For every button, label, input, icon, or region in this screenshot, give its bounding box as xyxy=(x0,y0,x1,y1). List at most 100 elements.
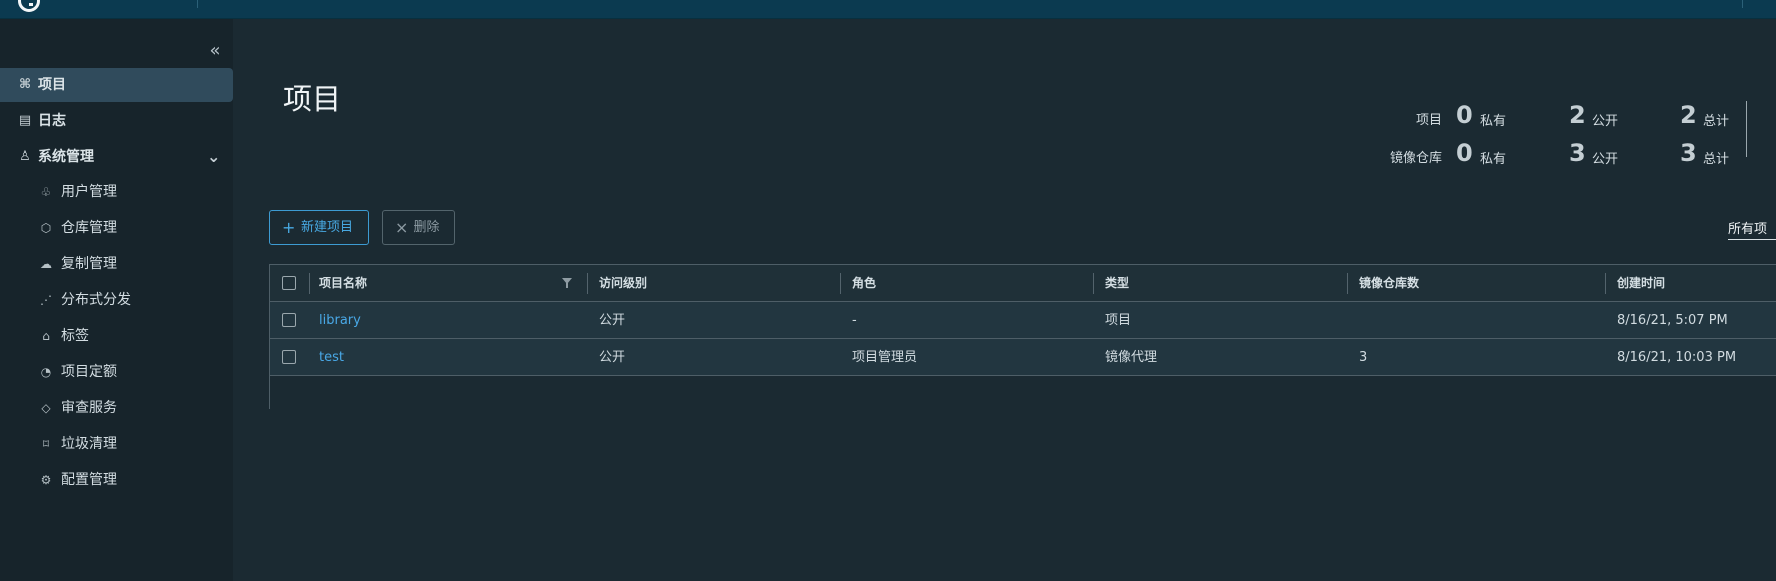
project-summary-row: 项目 0 私有 2 公开 2 总计 xyxy=(1323,101,1776,136)
sidebar-item-system-admin[interactable]: ♙ 系统管理 ⌄ xyxy=(0,140,233,174)
harbor-logo-icon[interactable] xyxy=(18,0,40,12)
sidebar-subitem-labels[interactable]: ⌂ 标签 xyxy=(0,320,233,352)
project-tree-icon: ⌘ xyxy=(18,77,32,92)
new-project-button-label: 新建项目 xyxy=(300,220,353,235)
log-icon: ▤ xyxy=(18,113,32,128)
public-project-count: 2 xyxy=(1569,101,1586,129)
sidebar-subitem-replication[interactable]: ☁ 复制管理 xyxy=(0,248,233,280)
sidebar-subitem-repositories[interactable]: ⬡ 仓库管理 xyxy=(0,212,233,244)
top-header xyxy=(0,0,1776,19)
double-chevron-left-icon[interactable]: « xyxy=(206,42,224,60)
chevron-down-icon: ⌄ xyxy=(207,147,221,166)
repository-icon: ⬡ xyxy=(40,221,52,235)
access-level-cell: 公开 xyxy=(599,313,626,328)
column-created-time[interactable]: 创建时间 xyxy=(1617,265,1776,302)
sidebar-item-label: 项目 xyxy=(38,77,66,93)
new-project-button[interactable]: + 新建项目 xyxy=(269,210,369,245)
users-icon: ♧ xyxy=(40,185,52,199)
column-separator xyxy=(1605,273,1606,294)
header-divider-right xyxy=(1742,0,1743,8)
sidebar-subitem-label: 标签 xyxy=(61,328,89,344)
public-repository-label: 公开 xyxy=(1592,152,1619,167)
created-time-cell: 8/16/21, 10:03 PM xyxy=(1617,350,1737,365)
total-project-label: 总计 xyxy=(1703,114,1730,129)
type-cell: 项目 xyxy=(1105,313,1132,328)
summary-row-label: 项目 xyxy=(1415,113,1442,128)
sidebar-subitem-garbage-collection[interactable]: ⌑ 垃圾清理 xyxy=(0,428,233,460)
sidebar-item-projects[interactable]: ⌘ 项目 xyxy=(0,68,233,102)
sidebar-subitem-interrogation[interactable]: ◇ 审查服务 xyxy=(0,392,233,424)
sidebar-item-label: 日志 xyxy=(38,113,66,129)
projects-page: 项目 项目 0 私有 2 公开 2 总计 镜像仓库 0 私有 3 公开 3 总计… xyxy=(233,19,1776,581)
project-filter-dropdown[interactable]: 所有项 xyxy=(1728,221,1776,240)
access-level-cell: 公开 xyxy=(599,350,626,365)
project-name-link[interactable]: library xyxy=(319,302,554,339)
row-checkbox[interactable] xyxy=(282,350,296,364)
column-role[interactable]: 角色 xyxy=(852,265,1072,302)
sidebar-subitem-configuration[interactable]: ⚙ 配置管理 xyxy=(0,464,233,496)
repository-summary-row: 镜像仓库 0 私有 3 公开 3 总计 xyxy=(1323,139,1776,174)
project-summary: 项目 0 私有 2 公开 2 总计 镜像仓库 0 私有 3 公开 3 总计 xyxy=(1323,101,1776,184)
table-row[interactable]: library 公开 - 项目 8/16/21, 5:07 PM xyxy=(270,302,1776,339)
gear-icon: ⚙ xyxy=(40,473,52,487)
public-repository-count: 3 xyxy=(1569,139,1586,167)
role-cell: - xyxy=(852,313,857,328)
sidebar-subitem-label: 审查服务 xyxy=(61,400,117,416)
column-separator xyxy=(1347,273,1348,294)
sidebar-item-logs[interactable]: ▤ 日志 xyxy=(0,104,233,138)
column-separator xyxy=(309,273,310,294)
row-select-cell[interactable] xyxy=(270,302,310,339)
column-repository-count[interactable]: 镜像仓库数 xyxy=(1359,265,1579,302)
replication-cloud-icon: ☁ xyxy=(40,257,52,271)
sidebar-subitem-users[interactable]: ♧ 用户管理 xyxy=(0,176,233,208)
summary-divider xyxy=(1746,101,1747,157)
role-cell: 项目管理员 xyxy=(852,350,918,365)
quota-gauge-icon: ◔ xyxy=(40,365,52,379)
private-project-count: 0 xyxy=(1456,101,1473,129)
sidebar-subitem-label: 仓库管理 xyxy=(61,220,117,236)
type-cell: 镜像代理 xyxy=(1105,350,1158,365)
sidebar: « ⌘ 项目 ▤ 日志 ♙ 系统管理 ⌄ ♧ 用户管理 ⬡ 仓库管理 ☁ 复制管… xyxy=(0,19,234,581)
column-project-name[interactable]: 项目名称 xyxy=(319,265,554,302)
table-footer xyxy=(270,376,1776,410)
private-project-label: 私有 xyxy=(1480,114,1507,129)
sidebar-subitem-label: 分布式分发 xyxy=(61,292,131,308)
sidebar-subitem-label: 配置管理 xyxy=(61,472,117,488)
sidebar-subitem-distribution[interactable]: ⋰ 分布式分发 xyxy=(0,284,233,316)
created-time-cell: 8/16/21, 5:07 PM xyxy=(1617,313,1728,328)
trash-icon: ⌑ xyxy=(42,437,50,451)
select-all-checkbox[interactable] xyxy=(282,276,296,290)
repository-count-cell: 3 xyxy=(1359,350,1368,365)
row-select-cell[interactable] xyxy=(270,339,310,376)
sidebar-subitem-label: 垃圾清理 xyxy=(61,436,117,452)
project-name-link[interactable]: test xyxy=(319,339,554,376)
repository-count-cell xyxy=(1359,302,1579,339)
sidebar-subitem-quotas[interactable]: ◔ 项目定额 xyxy=(0,356,233,388)
total-repository-count: 3 xyxy=(1680,139,1697,167)
sidebar-item-label: 系统管理 xyxy=(38,149,94,165)
plus-icon: + xyxy=(282,218,296,237)
column-access-level[interactable]: 访问级别 xyxy=(599,265,819,302)
private-repository-count: 0 xyxy=(1456,139,1473,167)
summary-row-label: 镜像仓库 xyxy=(1389,151,1442,166)
distribution-share-icon: ⋰ xyxy=(40,293,52,307)
delete-button-label: 删除 xyxy=(413,220,440,235)
column-separator xyxy=(840,273,841,294)
row-checkbox[interactable] xyxy=(282,313,296,327)
column-type[interactable]: 类型 xyxy=(1105,265,1325,302)
system-admin-icon: ♙ xyxy=(19,149,31,164)
public-project-label: 公开 xyxy=(1592,114,1619,129)
delete-button[interactable]: × 删除 xyxy=(382,210,455,245)
total-repository-label: 总计 xyxy=(1703,152,1730,167)
column-separator xyxy=(587,273,588,294)
sidebar-subitem-label: 项目定额 xyxy=(61,364,117,380)
private-repository-label: 私有 xyxy=(1480,152,1507,167)
table-row[interactable]: test 公开 项目管理员 镜像代理 3 8/16/21, 10:03 PM xyxy=(270,339,1776,376)
column-separator xyxy=(1093,273,1094,294)
page-title: 项目 xyxy=(283,82,342,116)
select-all-cell[interactable] xyxy=(270,265,310,302)
filter-icon[interactable] xyxy=(562,278,572,288)
sidebar-subitem-label: 用户管理 xyxy=(61,184,117,200)
header-divider-left xyxy=(197,0,198,8)
shield-icon: ◇ xyxy=(41,401,51,415)
